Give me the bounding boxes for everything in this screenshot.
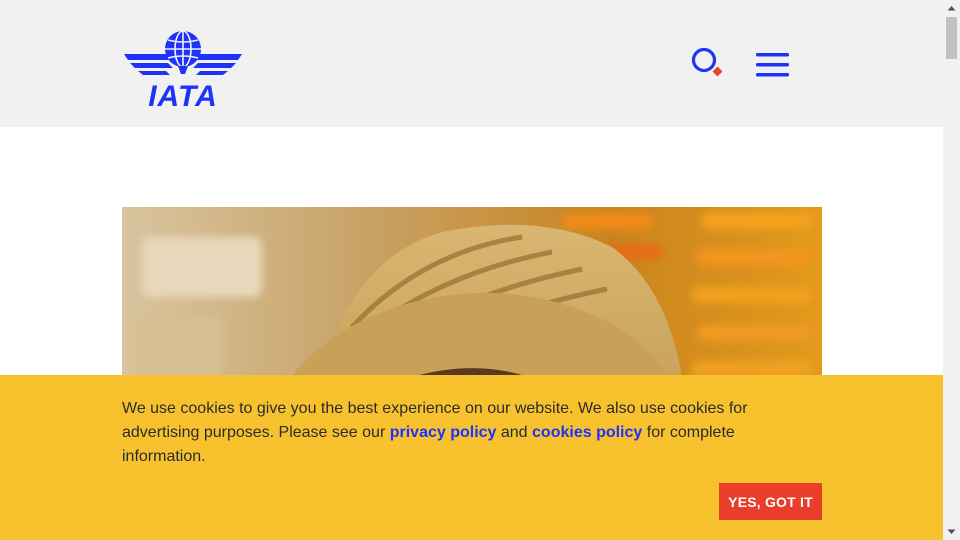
hamburger-menu-icon [756, 53, 789, 77]
chevron-down-icon [947, 529, 956, 534]
chevron-up-icon [947, 6, 956, 11]
scrollbar-thumb[interactable] [946, 17, 957, 59]
scroll-up-button[interactable] [943, 0, 960, 17]
search-icon [691, 47, 723, 77]
vertical-scrollbar[interactable] [943, 0, 960, 540]
cookie-text-middle: and [496, 424, 533, 441]
scroll-down-button[interactable] [943, 523, 960, 540]
globe-wings-logo-icon: IATA [124, 30, 242, 113]
cookie-message: We use cookies to give you the best expe… [122, 397, 782, 469]
site-header: IATA [0, 0, 943, 127]
iata-logo[interactable]: IATA [122, 28, 244, 113]
cookie-consent-banner: We use cookies to give you the best expe… [0, 375, 943, 540]
search-button[interactable] [690, 46, 728, 82]
menu-button[interactable] [754, 50, 792, 80]
cookies-policy-link[interactable]: cookies policy [532, 424, 642, 441]
accept-cookies-button[interactable]: YES, GOT IT [719, 483, 822, 520]
page-viewport: IATA We use cookies to give you the best… [0, 0, 943, 540]
privacy-policy-link[interactable]: privacy policy [390, 424, 497, 441]
logo-text: IATA [148, 80, 218, 108]
